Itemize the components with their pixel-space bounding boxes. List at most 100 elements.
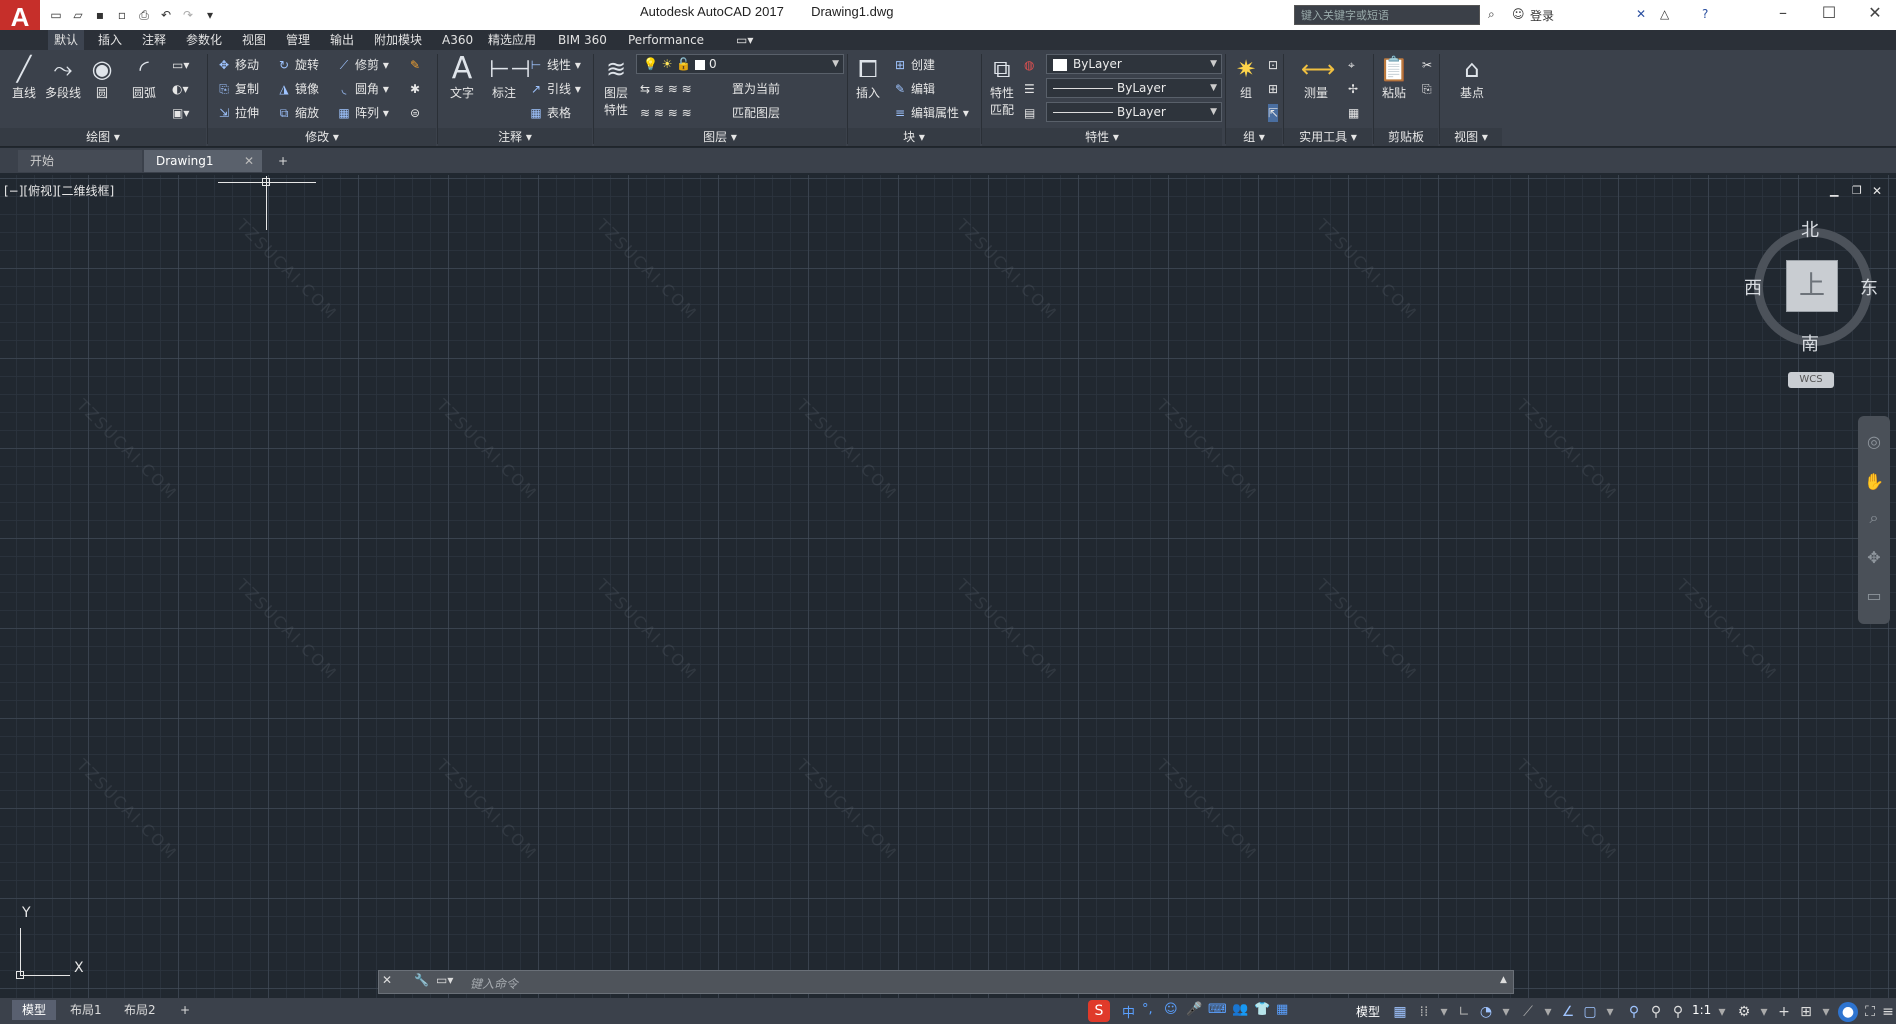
cmd-history-icon[interactable]: ▲ bbox=[1500, 975, 1507, 985]
showmotion-icon[interactable]: ▭ bbox=[1864, 586, 1884, 606]
insert-block-button[interactable]: ⧠ 插入 bbox=[848, 54, 888, 101]
tab-featured-apps[interactable]: 精选应用 bbox=[482, 30, 542, 50]
isolate-objects-icon[interactable]: ● bbox=[1838, 1002, 1858, 1022]
close-button[interactable]: ✕ bbox=[1852, 0, 1896, 30]
copy-clip-icon[interactable]: ⎘ bbox=[1422, 80, 1432, 98]
modify-panel-title[interactable]: 修改 ▾ bbox=[208, 128, 436, 146]
group-select-icon[interactable]: ⇱ bbox=[1268, 104, 1279, 122]
viewport-controls-label[interactable]: [−][俯视][二维线框] bbox=[4, 182, 114, 199]
isodraft-icon[interactable]: ⟋ bbox=[1518, 1002, 1538, 1022]
stretch-button[interactable]: ⇲ 拉伸 bbox=[216, 104, 259, 122]
viewport-close-icon[interactable]: ✕ bbox=[1872, 184, 1882, 198]
annotation-visibility-icon[interactable]: ⚲ bbox=[1624, 1002, 1644, 1022]
ime-keyboard-icon[interactable]: ⌨ bbox=[1208, 1002, 1227, 1017]
iso-dropdown-icon[interactable]: ▾ bbox=[1538, 1002, 1558, 1022]
group-edit-icon[interactable]: ⊞ bbox=[1268, 80, 1278, 98]
quick-select-icon[interactable]: ⌖ bbox=[1348, 56, 1355, 74]
workspace-gear-icon[interactable]: ⚙ bbox=[1734, 1002, 1754, 1022]
leader-button[interactable]: ↗ 引线 ▾ bbox=[528, 80, 581, 98]
scale-button[interactable]: ⧉ 缩放 bbox=[276, 104, 319, 122]
annotation-panel-title[interactable]: 注释 ▾ bbox=[438, 128, 592, 146]
close-tab-icon[interactable]: ✕ bbox=[244, 150, 254, 172]
circle-button[interactable]: ◉ 圆 bbox=[82, 54, 122, 101]
exchange-icon[interactable]: ✕ bbox=[1636, 7, 1646, 21]
ime-emoji-icon[interactable]: ☺ bbox=[1164, 1002, 1178, 1017]
viewcube-top-face[interactable]: 上 bbox=[1786, 260, 1838, 312]
layer-properties-button[interactable]: ≋ 图层 特性 bbox=[596, 54, 636, 118]
customize-status-icon[interactable]: ≡ bbox=[1878, 1002, 1896, 1022]
group-button[interactable]: ✷ 组 bbox=[1226, 54, 1266, 101]
help-icon[interactable]: ? bbox=[1702, 7, 1708, 21]
save-as-icon[interactable]: ▫ bbox=[114, 7, 130, 23]
layout-tab-model[interactable]: 模型 bbox=[12, 1000, 57, 1020]
save-icon[interactable]: ▪ bbox=[92, 7, 108, 23]
tab-manage[interactable]: 管理 bbox=[280, 30, 316, 50]
dimension-button[interactable]: ⊢⊣ 标注 bbox=[484, 54, 531, 101]
command-input[interactable]: 键入命令 bbox=[470, 975, 518, 992]
open-file-icon[interactable]: ▱ bbox=[70, 7, 86, 23]
compass-south[interactable]: 南 bbox=[1801, 330, 1819, 356]
annotation-scale-value[interactable]: 1:1 bbox=[1692, 1003, 1711, 1017]
utilities-panel-title[interactable]: 实用工具 ▾ bbox=[1284, 128, 1372, 146]
search-input[interactable]: 键入关键字或短语 bbox=[1294, 5, 1480, 25]
draw-panel-title[interactable]: 绘图 ▾ bbox=[0, 128, 206, 146]
copy-button[interactable]: ⎘ 复制 bbox=[216, 80, 259, 98]
login-button[interactable]: 登录 bbox=[1530, 7, 1554, 24]
make-current-button[interactable]: 置为当前 bbox=[732, 80, 780, 98]
cut-icon[interactable]: ✂ bbox=[1422, 56, 1432, 74]
application-menu-button[interactable]: A bbox=[0, 0, 40, 34]
line-button[interactable]: ╱ 直线 bbox=[4, 54, 44, 101]
fullscreen-icon[interactable]: ⛶ bbox=[1860, 1002, 1880, 1022]
properties-panel-title[interactable]: 特性 ▾ bbox=[982, 128, 1222, 146]
edit-attributes-button[interactable]: ≡ 编辑属性 ▾ bbox=[892, 104, 969, 122]
mirror-button[interactable]: ◮ 镜像 bbox=[276, 80, 319, 98]
layer-tools-icons-2[interactable]: ≋ ≋ ≋ ≋ bbox=[640, 104, 692, 122]
offset-icon[interactable]: ⊜ bbox=[410, 104, 420, 122]
layout-tab-1[interactable]: 布局1 bbox=[60, 1000, 112, 1020]
create-block-button[interactable]: ⊞ 创建 bbox=[892, 56, 935, 74]
viewport-minimize-icon[interactable]: ▁ bbox=[1830, 184, 1838, 197]
rectangle-icon[interactable]: ▭▾ bbox=[172, 56, 189, 74]
tab-performance[interactable]: Performance bbox=[622, 30, 710, 50]
ime-logo-icon[interactable]: S bbox=[1088, 1000, 1110, 1022]
scale-dropdown-icon[interactable]: ▾ bbox=[1712, 1002, 1732, 1022]
lineweight-dropdown[interactable]: ByLayer ▼ bbox=[1046, 102, 1222, 122]
boundary-icon[interactable]: ▣▾ bbox=[172, 104, 189, 122]
workspace-dropdown-icon[interactable]: ▾ bbox=[1754, 1002, 1774, 1022]
snap-dropdown-icon[interactable]: ▾ bbox=[1434, 1002, 1454, 1022]
annotation-scale-icon[interactable]: ⚲ bbox=[1668, 1002, 1688, 1022]
fillet-button[interactable]: ◟ 圆角 ▾ bbox=[336, 80, 389, 98]
compass-north[interactable]: 北 bbox=[1801, 216, 1819, 242]
ungroup-icon[interactable]: ⊡ bbox=[1268, 56, 1278, 74]
measure-button[interactable]: ⟷ 测量 bbox=[1296, 54, 1336, 101]
match-layer-button[interactable]: 匹配图层 bbox=[732, 104, 780, 122]
customize-qat-icon[interactable]: ▾ bbox=[202, 7, 218, 23]
ime-tools-icon[interactable]: ▦ bbox=[1276, 1002, 1288, 1017]
tab-addins[interactable]: 附加模块 bbox=[368, 30, 428, 50]
ime-user-icon[interactable]: 👥 bbox=[1232, 1002, 1248, 1017]
units-dropdown-icon[interactable]: ▾ bbox=[1816, 1002, 1836, 1022]
start-tab[interactable]: 开始 bbox=[18, 150, 142, 172]
ime-chinese-toggle[interactable]: 中 bbox=[1122, 1002, 1135, 1021]
compass-west[interactable]: 西 bbox=[1744, 274, 1762, 300]
cmd-settings-icon[interactable]: 🔧 bbox=[414, 973, 429, 987]
arc-button[interactable]: ◜ 圆弧 bbox=[124, 54, 164, 101]
cmd-close-icon[interactable]: ✕ bbox=[382, 973, 392, 987]
minimize-button[interactable]: – bbox=[1760, 0, 1806, 30]
tab-bim360[interactable]: BIM 360 bbox=[552, 30, 613, 50]
clipboard-panel-title[interactable]: 剪贴板 bbox=[1374, 128, 1438, 146]
snap-icon[interactable]: ⁞⁞ bbox=[1414, 1002, 1434, 1022]
rotate-button[interactable]: ↻ 旋转 bbox=[276, 56, 319, 74]
units-icon[interactable]: ⊞ bbox=[1796, 1002, 1816, 1022]
layer-dropdown[interactable]: 💡 ☀ 🔓 0 ▼ bbox=[636, 54, 844, 74]
compass-east[interactable]: 东 bbox=[1860, 274, 1878, 300]
auto-scale-icon[interactable]: ⚲ bbox=[1646, 1002, 1666, 1022]
object-snap-icon[interactable]: ▢ bbox=[1580, 1002, 1600, 1022]
ime-voice-icon[interactable]: 🎤 bbox=[1186, 1002, 1202, 1017]
linear-button[interactable]: ⊢ 线性 ▾ bbox=[528, 56, 581, 74]
layer-tools-icons[interactable]: ⇆ ≋ ≋ ≋ bbox=[640, 80, 692, 98]
text-button[interactable]: A 文字 bbox=[442, 54, 482, 101]
layout-tab-2[interactable]: 布局2 bbox=[114, 1000, 166, 1020]
tab-insert[interactable]: 插入 bbox=[92, 30, 128, 50]
redo-icon[interactable]: ↷ bbox=[180, 7, 196, 23]
